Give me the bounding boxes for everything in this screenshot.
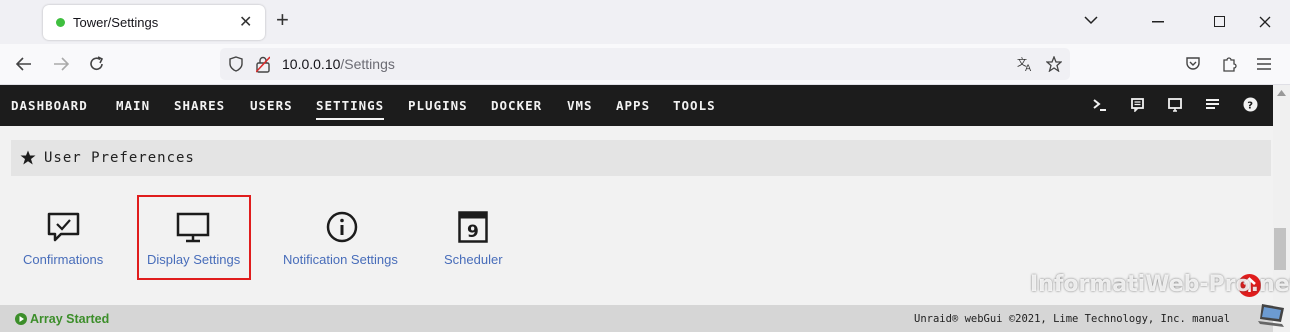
arrow-left-icon[interactable] [16, 57, 32, 71]
tile-label-notification-settings[interactable]: Notification Settings [283, 252, 398, 267]
reload-icon[interactable] [89, 56, 105, 72]
help-icon[interactable]: ? [1243, 97, 1258, 112]
browser-navbar: 10.0.0.10/Settings 文A [0, 44, 1290, 85]
close-window-icon[interactable] [1259, 16, 1271, 28]
watermark-text: InformatiWeb-Pro.net [1030, 272, 1290, 297]
tab-list-chevron-icon[interactable] [1084, 15, 1098, 25]
section-title: User Preferences [44, 150, 195, 166]
unraid-menu-bar: DASHBOARD MAIN SHARES USERS SETTINGS PLU… [0, 85, 1273, 126]
status-footer: Array Started Unraid® webGui ©2021, Lime… [0, 305, 1273, 332]
info-icon[interactable] [326, 211, 358, 243]
tile-label-confirmations[interactable]: Confirmations [23, 252, 103, 267]
section-header-user-preferences: User Preferences [11, 140, 1271, 176]
menu-item-vms[interactable]: VMS [567, 98, 593, 113]
menu-item-docker[interactable]: DOCKER [491, 98, 542, 113]
monitor-icon[interactable] [1168, 98, 1182, 112]
play-circle-icon [15, 313, 27, 325]
tile-label-scheduler[interactable]: Scheduler [444, 252, 503, 267]
tab-title: Tower/Settings [73, 15, 159, 30]
calendar-day: 9 [467, 222, 479, 242]
copyright-text[interactable]: Unraid® webGui ©2021, Lime Technology, I… [914, 313, 1230, 325]
url-bar[interactable]: 10.0.0.10/Settings 文A [220, 48, 1070, 80]
minimize-icon[interactable] [1152, 21, 1164, 23]
laptop-logo-icon [1258, 304, 1284, 327]
browser-tab[interactable]: Tower/Settings ✕ [43, 5, 265, 40]
svg-text:?: ? [1247, 101, 1253, 112]
menu-item-dashboard[interactable]: DASHBOARD [11, 98, 88, 113]
log-icon[interactable] [1131, 98, 1144, 112]
menu-item-main[interactable]: MAIN [116, 98, 150, 113]
info-list-icon[interactable] [1206, 98, 1219, 111]
favicon-icon [56, 18, 65, 27]
confirmations-icon[interactable] [47, 212, 81, 244]
array-status: Array Started [30, 312, 110, 326]
translate-icon[interactable]: 文A [1017, 56, 1034, 72]
calendar-icon[interactable]: 9 [458, 211, 488, 243]
arrow-right-icon[interactable] [53, 57, 69, 71]
browser-titlebar: Tower/Settings ✕ + [0, 0, 1290, 44]
scroll-up-arrow-icon[interactable] [1277, 90, 1286, 96]
pocket-icon[interactable] [1185, 56, 1201, 72]
new-tab-button[interactable]: + [276, 9, 289, 31]
scrollbar-thumb[interactable] [1274, 228, 1286, 270]
extensions-icon[interactable] [1221, 55, 1238, 72]
shield-icon[interactable] [229, 56, 243, 72]
menu-item-tools[interactable]: TOOLS [673, 98, 716, 113]
menu-item-plugins[interactable]: PLUGINS [408, 98, 468, 113]
star-icon[interactable] [1046, 56, 1062, 72]
menu-item-shares[interactable]: SHARES [174, 98, 225, 113]
menu-item-users[interactable]: USERS [250, 98, 293, 113]
svg-text:A: A [1025, 64, 1032, 72]
star-icon [20, 150, 36, 165]
url-text: 10.0.0.10/Settings [282, 56, 395, 72]
menu-item-settings[interactable]: SETTINGS [316, 98, 385, 120]
maximize-icon[interactable] [1214, 16, 1225, 27]
selection-highlight-box [137, 195, 251, 280]
lock-icon[interactable] [256, 56, 270, 73]
tab-close-icon[interactable]: ✕ [239, 12, 252, 32]
menu-item-apps[interactable]: APPS [616, 98, 650, 113]
hamburger-icon[interactable] [1257, 58, 1271, 70]
terminal-icon[interactable] [1093, 98, 1107, 112]
